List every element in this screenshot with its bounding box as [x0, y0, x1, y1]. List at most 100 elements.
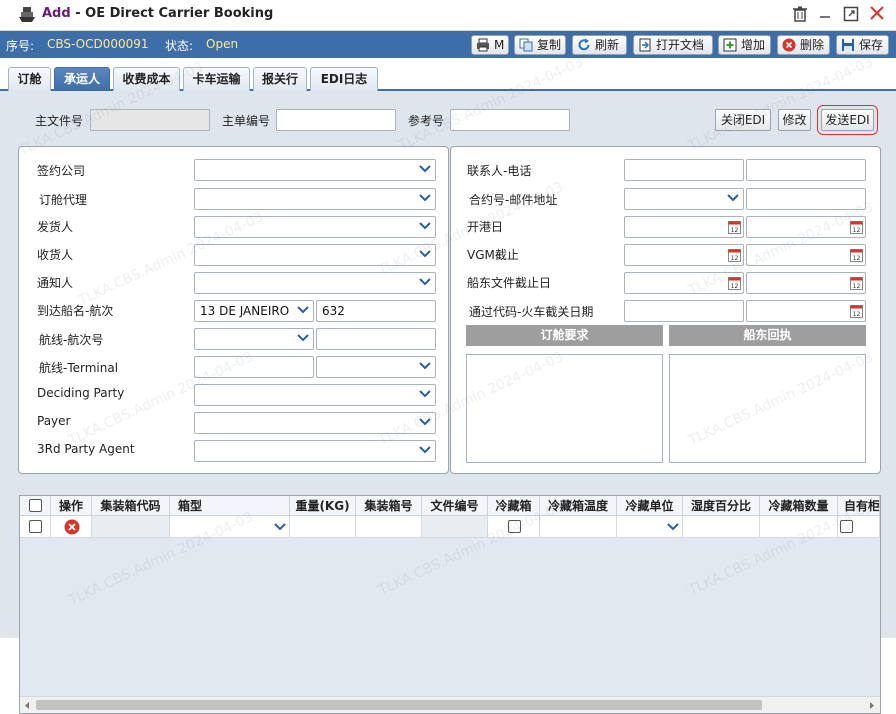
vessel-select[interactable]: 13 DE JANEIRO	[194, 300, 314, 322]
shipper-select[interactable]	[194, 216, 436, 238]
contract-company-select[interactable]	[194, 159, 436, 181]
calendar-icon[interactable]: 12	[728, 276, 741, 290]
chevron-down-icon	[419, 446, 431, 454]
doc-cutoff-time-input[interactable]: 12	[746, 272, 866, 294]
ref-no-label: 参考号	[408, 114, 445, 128]
contact-input[interactable]	[624, 159, 744, 181]
container-grid: 操作 集装箱代码 箱型 重量(KG) 集装箱号 文件编号 冷藏箱 冷藏箱温度 冷…	[19, 495, 881, 714]
chevron-down-icon	[419, 194, 431, 202]
calendar-icon[interactable]: 12	[728, 220, 741, 234]
consignee-select[interactable]	[194, 244, 436, 266]
route-terminal-input[interactable]	[194, 356, 314, 378]
grid-header-humidity: 湿度百分比	[683, 496, 760, 516]
seq-value: CBS-OCD000091	[47, 37, 149, 51]
tab-bar: 订舱 承运人 收费成本 卡车运输 报关行 EDI日志	[0, 58, 896, 91]
scroll-left-icon[interactable]	[23, 701, 31, 710]
phone-input[interactable]	[746, 159, 866, 181]
table-row-reefer-unit[interactable]	[617, 516, 683, 538]
voyage-input[interactable]: 632	[316, 300, 436, 322]
reefer-checkbox[interactable]	[508, 520, 521, 533]
table-row-humidity[interactable]	[683, 516, 760, 538]
payer-select[interactable]	[194, 412, 436, 434]
main-doc-label: 主文件号	[35, 114, 84, 128]
terminal-select[interactable]	[316, 356, 436, 378]
copy-icon	[519, 38, 533, 52]
calendar-icon[interactable]: 12	[850, 220, 863, 234]
refresh-button[interactable]: 刷新	[572, 35, 627, 55]
tab-charges[interactable]: 收费成本	[113, 67, 180, 91]
tab-trucking[interactable]: 卡车运输	[183, 67, 250, 91]
tab-booking[interactable]: 订舱	[8, 67, 51, 91]
sail-date-input[interactable]: 12	[624, 216, 744, 238]
deciding-party-label: Deciding Party	[37, 386, 125, 400]
chevron-down-icon	[297, 334, 309, 342]
window-title: Add - OE Direct Carrier Booking	[42, 6, 274, 21]
ref-no-input[interactable]	[450, 109, 570, 131]
copy-button[interactable]: 复制	[514, 35, 566, 55]
chevron-down-icon	[274, 523, 286, 531]
content-area: 主文件号 主单编号 参考号 关闭EDI 修改 发送EDI 签约公司 订舱代理 发…	[0, 54, 896, 714]
open-document-button[interactable]: 打开文档	[633, 35, 713, 55]
deciding-party-select[interactable]	[194, 384, 436, 406]
calendar-icon[interactable]: 12	[728, 248, 741, 262]
booking-requirements-textarea[interactable]	[466, 354, 663, 463]
tab-edi-log[interactable]: EDI日志	[310, 67, 378, 91]
seq-label: 序号:	[6, 39, 35, 53]
scrollbar-thumb[interactable]	[36, 700, 762, 710]
email-input[interactable]	[746, 188, 866, 210]
table-row-reefer-qty[interactable]	[760, 516, 838, 538]
select-all-checkbox[interactable]	[29, 499, 42, 512]
pass-code-input[interactable]	[624, 300, 744, 322]
sail-date-time-input[interactable]: 12	[746, 216, 866, 238]
grid-header-reefer-qty: 冷藏箱数量	[760, 496, 838, 516]
row-checkbox[interactable]	[29, 520, 42, 533]
delete-row-icon[interactable]	[64, 519, 80, 535]
trash-icon[interactable]	[791, 6, 809, 24]
refresh-icon	[578, 38, 590, 51]
horizontal-scrollbar[interactable]	[20, 696, 880, 713]
chevron-down-icon	[419, 165, 431, 173]
contract-no-select[interactable]	[624, 188, 744, 210]
calendar-icon[interactable]: 12	[850, 276, 863, 290]
table-row-doc-no[interactable]	[422, 516, 488, 538]
scroll-right-icon[interactable]	[868, 701, 876, 710]
calendar-icon[interactable]: 12	[850, 248, 863, 262]
table-row-reefer-temp[interactable]	[540, 516, 617, 538]
save-icon	[842, 39, 854, 51]
route-select[interactable]	[194, 328, 314, 350]
delete-button[interactable]: 删除	[777, 35, 830, 55]
close-icon[interactable]	[868, 6, 886, 24]
notify-party-select[interactable]	[194, 272, 436, 294]
master-no-input[interactable]	[276, 109, 396, 131]
own-box-checkbox[interactable]	[840, 520, 853, 533]
send-edi-button[interactable]: 发送EDI	[817, 105, 878, 135]
contract-mail-label: 合约号-邮件地址	[469, 193, 558, 207]
vgm-cutoff-input[interactable]: 12	[624, 244, 744, 266]
tab-carrier[interactable]: 承运人	[54, 67, 110, 91]
save-button[interactable]: 保存	[836, 35, 889, 55]
third-party-agent-select[interactable]	[194, 440, 436, 462]
maximize-icon[interactable]	[842, 6, 860, 24]
close-edi-button[interactable]: 关闭EDI	[715, 109, 771, 131]
tab-customs-broker[interactable]: 报关行	[253, 67, 307, 91]
main-doc-input[interactable]	[90, 109, 210, 131]
vgm-cutoff-time-input[interactable]: 12	[746, 244, 866, 266]
table-row-box-type[interactable]	[170, 516, 290, 538]
doc-cutoff-input[interactable]: 12	[624, 272, 744, 294]
add-button[interactable]: 增加	[718, 35, 771, 55]
route-voyage-input[interactable]	[316, 328, 436, 350]
rail-cutoff-input[interactable]: 12	[746, 300, 866, 322]
table-row-weight[interactable]	[290, 516, 356, 538]
minimize-icon[interactable]	[816, 6, 834, 24]
table-row-container-no[interactable]	[356, 516, 422, 538]
modify-button[interactable]: 修改	[778, 109, 811, 131]
carrier-reply-header: 船东回执	[669, 325, 866, 346]
calendar-icon[interactable]: 12	[850, 304, 863, 318]
print-button[interactable]: M	[471, 35, 509, 55]
carrier-reply-textarea[interactable]	[669, 354, 866, 463]
open-document-icon	[639, 38, 651, 52]
table-row-container-code[interactable]	[92, 516, 170, 538]
booking-agent-select[interactable]	[194, 188, 436, 210]
table-row-own-box	[838, 516, 880, 538]
grid-header-container-code: 集装箱代码	[92, 496, 170, 516]
